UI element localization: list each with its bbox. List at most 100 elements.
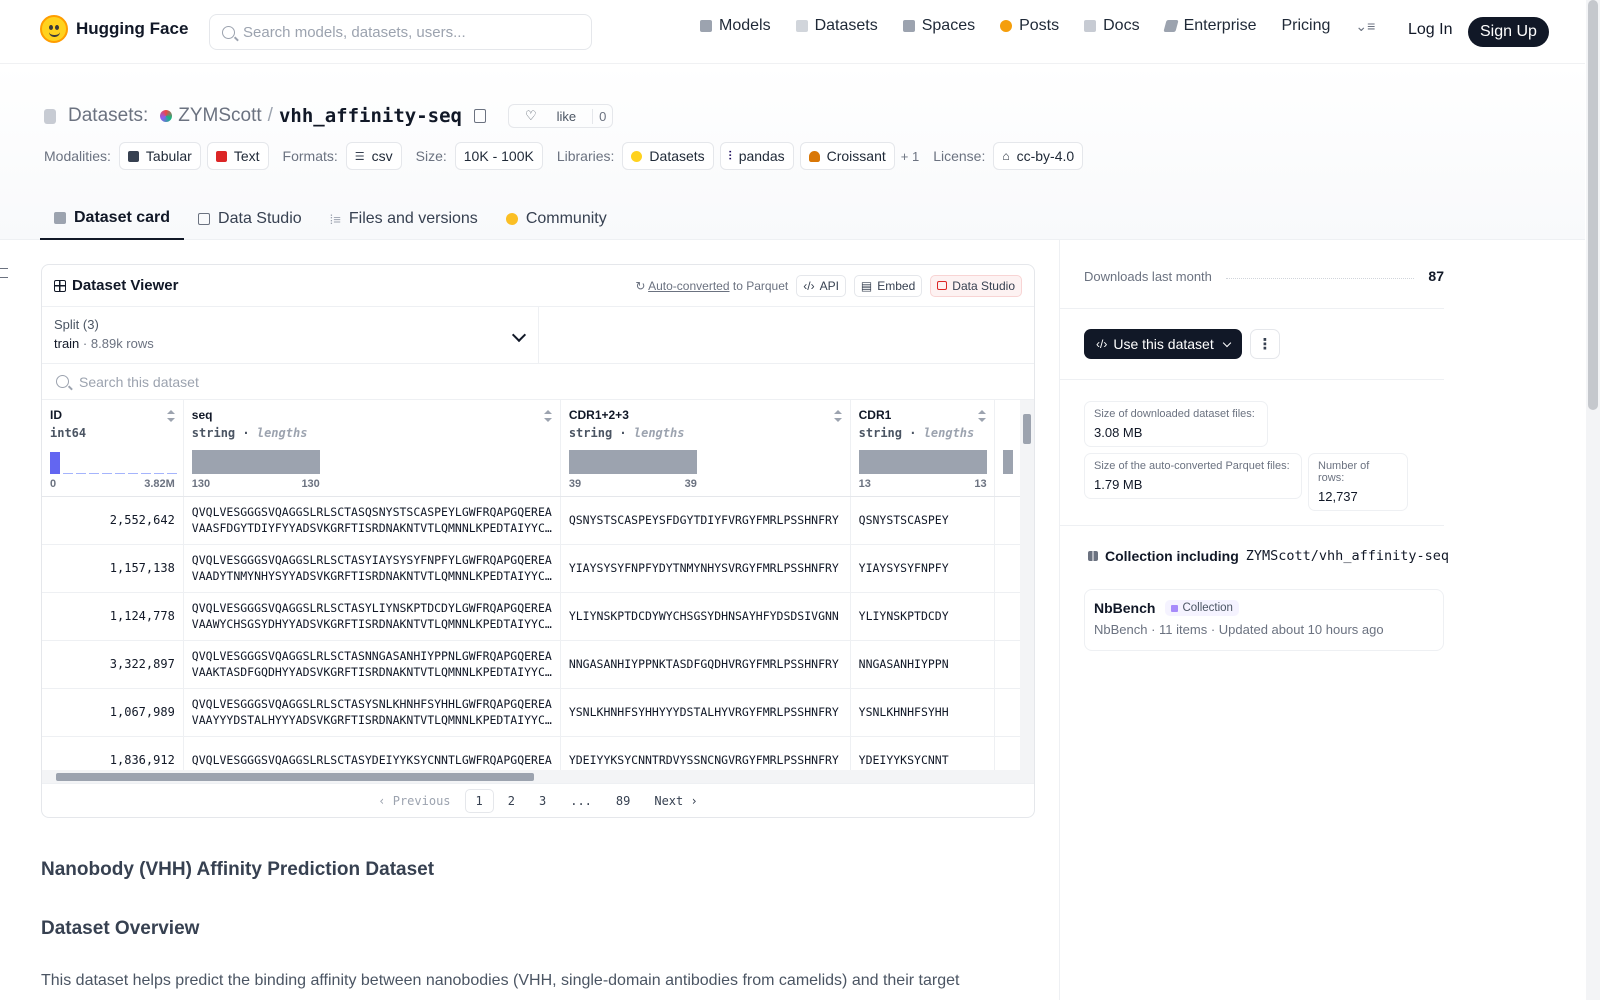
table-row[interactable]: 2,552,642 QVQLVESGGGSVQAGGSLRLSCTASQSNYS… [42, 496, 1034, 545]
cell-id[interactable]: 3,322,897 [42, 640, 184, 689]
col-header-id[interactable]: ID int64 0 3.82M [42, 400, 184, 497]
tag-license[interactable]: ⌂ cc-by-4.0 [993, 142, 1084, 170]
owner-link[interactable]: ZYMScott [178, 105, 261, 127]
length-bar[interactable] [568, 450, 697, 474]
page-button[interactable]: 2 [498, 790, 525, 812]
nav-spaces[interactable]: Spaces [902, 17, 975, 35]
viewer-vertical-scrollbar[interactable] [1020, 400, 1034, 770]
viewer-search[interactable]: Search this dataset [42, 364, 1034, 400]
cell-cdr1[interactable]: YIAYSYSYFNPFY [850, 544, 996, 593]
nav-enterprise[interactable]: Enterprise [1162, 17, 1256, 35]
data-studio-button[interactable]: Data Studio [930, 274, 1022, 297]
nav-more-menu[interactable]: ⌄≡ [1355, 18, 1375, 35]
cell-cdr1[interactable]: YSNLKHNHFSYHH [850, 688, 996, 737]
scrollbar-thumb[interactable] [56, 773, 534, 781]
nav-datasets[interactable]: Datasets [795, 17, 878, 35]
copy-icon[interactable] [473, 109, 486, 123]
api-button[interactable]: ‹/› API [796, 274, 846, 297]
viewer-table-wrap[interactable]: ID int64 0 3.82M seq string · lengths 13… [42, 400, 1034, 770]
cell-seq[interactable]: QVQLVESGGGSVQAGGSLRLSCTASYLIYNSKPTDCDYLG… [183, 592, 561, 641]
cell-seq[interactable]: QVQLVESGGGSVQAGGSLRLSCTASYDEIYYKSYCNNTLG… [183, 736, 561, 770]
like-button[interactable]: ♡ like 0 [507, 104, 614, 128]
col-header-seq[interactable]: seq string · lengths 130 130 [183, 400, 561, 497]
use-dataset-button[interactable]: ‹/› Use this dataset [1084, 329, 1242, 359]
sort-icon[interactable] [166, 410, 175, 422]
cell-cdr1[interactable]: NNGASANHIYPPN [850, 640, 996, 689]
histogram-bar[interactable] [89, 472, 99, 474]
global-search[interactable] [209, 14, 592, 50]
col-header-cdr1[interactable]: CDR1 string · lengths 13 13 [850, 400, 996, 497]
page-button[interactable]: 3 [529, 790, 556, 812]
col-header-cdr123[interactable]: CDR1+2+3 string · lengths 39 39 [560, 400, 851, 497]
cell-cdr123[interactable]: YSNLKHNHFSYHHYYYDSTALHYVRGYFMRLPSSHNFRY [560, 688, 851, 737]
signup-button[interactable]: Sign Up [1468, 17, 1549, 47]
tag-pandas[interactable]: ⫶ pandas [719, 142, 794, 170]
cell-seq[interactable]: QVQLVESGGGSVQAGGSLRLSCTASYIAYSYSYFNPFYLG… [183, 544, 561, 593]
histogram-bar[interactable] [50, 452, 60, 474]
tab-data-studio[interactable]: Data Studio [184, 198, 316, 240]
libraries-more[interactable]: + 1 [901, 149, 919, 164]
auto-converted-link[interactable]: Auto-converted [648, 279, 729, 293]
cell-seq[interactable]: QVQLVESGGGSVQAGGSLRLSCTASQSNYSTSCASPEYLG… [183, 496, 561, 545]
tag-size[interactable]: 10K - 100K [454, 142, 543, 170]
length-bar[interactable] [858, 450, 987, 474]
cell-seq[interactable]: QVQLVESGGGSVQAGGSLRLSCTASNNGASANHIYPPNLG… [183, 640, 561, 689]
dataset-name[interactable]: vhh_affinity-seq [279, 105, 462, 127]
prev-page-button[interactable]: ‹ Previous [368, 790, 460, 812]
histogram-bar[interactable] [141, 472, 151, 474]
brand[interactable]: Hugging Face [40, 15, 188, 43]
embed-button[interactable]: ▤ Embed [853, 274, 923, 297]
cell-cdr123[interactable]: YIAYSYSYFNPFYDYTNMYNHYSVRGYFMRLPSSHNFRY [560, 544, 851, 593]
sort-icon[interactable] [543, 410, 552, 422]
sort-icon[interactable] [978, 410, 987, 422]
page-button[interactable]: 89 [606, 790, 640, 812]
more-options-button[interactable]: ⋮ [1250, 329, 1280, 359]
cell-cdr1[interactable]: YLIYNSKPTDCDY [850, 592, 996, 641]
tag-croissant[interactable]: Croissant [799, 142, 895, 170]
cell-cdr123[interactable]: QSNYSTSCASPEYSFDGYTDIYFVRGYFMRLPSSHNFRY [560, 496, 851, 545]
histogram-bar[interactable] [76, 472, 86, 474]
table-row[interactable]: 1,836,912 QVQLVESGGGSVQAGGSLRLSCTASYDEIY… [42, 736, 1034, 770]
histogram-bar[interactable] [115, 472, 125, 474]
tag-datasets-lib[interactable]: Datasets [622, 142, 714, 170]
viewer-horizontal-scrollbar[interactable] [42, 770, 1034, 784]
tag-text[interactable]: Text [206, 142, 269, 170]
cell-id[interactable]: 1,124,778 [42, 592, 184, 641]
tag-tabular[interactable]: Tabular [118, 142, 201, 170]
sidebar-toggle-icon[interactable] [0, 268, 8, 278]
length-bar[interactable] [191, 450, 320, 474]
login-link[interactable]: Log In [1408, 21, 1452, 39]
nav-models[interactable]: Models [700, 17, 771, 35]
nav-pricing[interactable]: Pricing [1281, 17, 1330, 35]
table-row[interactable]: 3,322,897 QVQLVESGGGSVQAGGSLRLSCTASNNGAS… [42, 640, 1034, 689]
cell-cdr123[interactable]: NNGASANHIYPPNKTASDFGQDHVRGYFMRLPSSHNFRY [560, 640, 851, 689]
table-row[interactable]: 1,124,778 QVQLVESGGGSVQAGGSLRLSCTASYLIYN… [42, 592, 1034, 641]
cell-cdr1[interactable]: QSNYSTSCASPEY [850, 496, 996, 545]
table-row[interactable]: 1,157,138 QVQLVESGGGSVQAGGSLRLSCTASYIAYS… [42, 544, 1034, 593]
cell-id[interactable]: 1,836,912 [42, 736, 184, 770]
histogram-bar[interactable] [128, 472, 138, 474]
tab-community[interactable]: Community [492, 198, 621, 240]
tag-csv[interactable]: ☰ csv [345, 142, 402, 170]
cell-id[interactable]: 1,157,138 [42, 544, 184, 593]
scrollbar-thumb[interactable] [1588, 0, 1598, 410]
page-scrollbar[interactable] [1586, 0, 1600, 1000]
histogram-bar[interactable] [102, 472, 112, 474]
cell-cdr1[interactable]: YDEIYYKSYCNNT [850, 736, 996, 770]
cell-cdr123[interactable]: YLIYNSKPTDCDYWYCHSGSYDHNSAYHFYDSDSIVGNN [560, 592, 851, 641]
cell-id[interactable]: 1,067,989 [42, 688, 184, 737]
cell-id[interactable]: 2,552,642 [42, 496, 184, 545]
histogram-bar[interactable] [167, 472, 177, 474]
cell-seq[interactable]: QVQLVESGGGSVQAGGSLRLSCTASYSNLKHNHFSYHHLG… [183, 688, 561, 737]
histogram-bar[interactable] [154, 472, 164, 474]
tab-dataset-card[interactable]: Dataset card [40, 198, 185, 240]
global-search-input[interactable] [243, 23, 563, 41]
next-page-button[interactable]: Next › [644, 790, 707, 812]
collection-card[interactable]: NbBench Collection NbBench · 11 items · … [1084, 589, 1444, 651]
nav-posts[interactable]: Posts [1000, 17, 1059, 35]
table-row[interactable]: 1,067,989 QVQLVESGGGSVQAGGSLRLSCTASYSNLK… [42, 688, 1034, 737]
histogram-bar[interactable] [63, 472, 73, 474]
page-button[interactable]: 1 [464, 789, 494, 813]
section-label[interactable]: Datasets: [68, 105, 148, 127]
cell-cdr123[interactable]: YDEIYYKSYCNNTRDVYSSNCNGVRGYFMRLPSSHNFRY [560, 736, 851, 770]
